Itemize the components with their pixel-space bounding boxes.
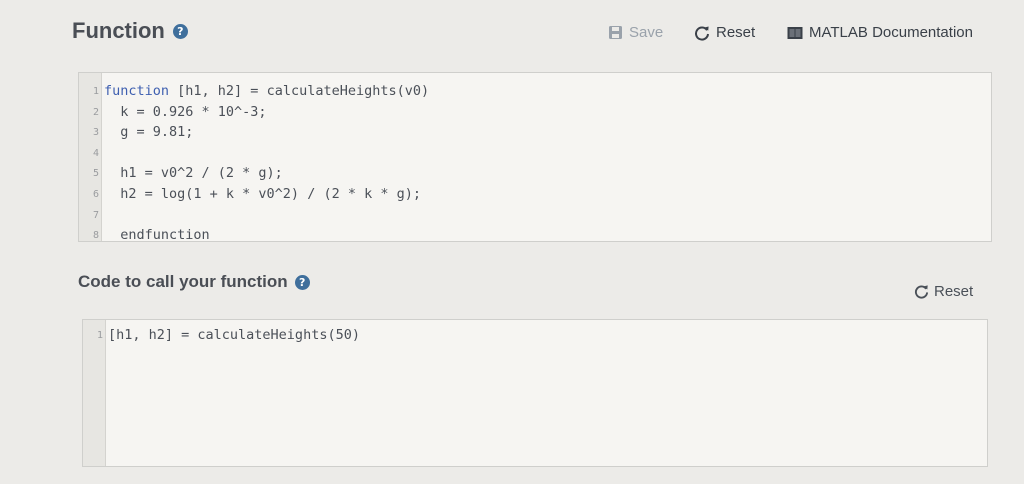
call-function-title-text: Code to call your function bbox=[78, 272, 288, 291]
code-text: k = 0.926 * 10^-3; bbox=[104, 102, 267, 123]
code-text: [h1, h2] = calculateHeights(50) bbox=[108, 325, 360, 346]
function-title-text: Function bbox=[72, 18, 165, 43]
reset-label: Reset bbox=[716, 24, 756, 41]
save-label: Save bbox=[629, 24, 664, 41]
code-text: h2 = log(1 + k * v0^2) / (2 * k * g); bbox=[104, 184, 421, 205]
keyword: function bbox=[104, 83, 170, 99]
code-text: g = 9.81; bbox=[104, 122, 193, 143]
line-number: 1 bbox=[96, 330, 103, 341]
code-line[interactable]: 2 k = 0.926 * 10^-3; bbox=[79, 102, 991, 123]
line-number: 1 bbox=[92, 86, 99, 97]
line-number: 8 bbox=[92, 230, 99, 242]
floppy-disk-icon bbox=[608, 25, 623, 40]
code-rest: h1 = v0^2 / (2 * g); bbox=[104, 165, 283, 182]
call-reset-label: Reset bbox=[934, 283, 974, 300]
code-text: function [h1, h2] = calculateHeights(v0) bbox=[104, 81, 429, 102]
call-code-editor[interactable]: 1 [h1, h2] = calculateHeights(50) bbox=[82, 319, 988, 467]
line-number: 7 bbox=[92, 209, 99, 221]
code-rest: endfunction bbox=[104, 227, 210, 244]
refresh-icon bbox=[914, 284, 929, 299]
function-title: Function ? bbox=[72, 18, 188, 44]
code-line[interactable]: 6 h2 = log(1 + k * v0^2) / (2 * k * g); bbox=[79, 184, 991, 205]
code-line[interactable]: 3 g = 9.81; bbox=[79, 122, 991, 143]
code-line[interactable]: 1 [h1, h2] = calculateHeights(50) bbox=[83, 325, 987, 346]
code-text: endfunction bbox=[104, 225, 210, 246]
code-rest: h2 = log(1 + k * v0^2) / (2 * k * g); bbox=[104, 186, 421, 202]
line-number: 2 bbox=[92, 106, 99, 118]
code-line[interactable]: 5 h1 = v0^2 / (2 * g); bbox=[79, 163, 991, 184]
line-number: 4 bbox=[92, 147, 99, 159]
reset-button[interactable]: Reset bbox=[694, 24, 755, 41]
help-icon[interactable]: ? bbox=[294, 274, 310, 290]
line-number: 6 bbox=[92, 189, 99, 200]
line-number: 5 bbox=[92, 168, 99, 180]
code-rest: [h1, h2] = calculateHeights(v0) bbox=[169, 83, 430, 99]
doc-label: MATLAB Documentation bbox=[809, 24, 973, 41]
code-line[interactable]: 7 bbox=[79, 205, 991, 226]
code-rest: g = 9.81; bbox=[104, 124, 194, 141]
code-line[interactable]: 1 function [h1, h2] = calculateHeights(v0… bbox=[79, 81, 991, 102]
code-line[interactable]: 8 endfunction bbox=[79, 225, 991, 246]
book-icon bbox=[787, 26, 803, 40]
refresh-icon bbox=[694, 25, 710, 41]
function-code-editor[interactable]: 1 function [h1, h2] = calculateHeights(v0… bbox=[78, 72, 992, 243]
help-icon[interactable]: ? bbox=[172, 23, 188, 39]
code-line[interactable]: 4 bbox=[79, 143, 991, 164]
code-text: h1 = v0^2 / (2 * g); bbox=[104, 163, 283, 184]
matlab-documentation-link[interactable]: MATLAB Documentation bbox=[787, 24, 973, 41]
line-number: 3 bbox=[92, 127, 99, 139]
call-reset-button[interactable]: Reset bbox=[914, 283, 973, 300]
save-button[interactable]: Save bbox=[608, 24, 663, 41]
code-rest: k = 0.926 * 10^-3; bbox=[104, 103, 267, 120]
call-function-title: Code to call your function ? bbox=[78, 272, 310, 292]
code-rest: [h1, h2] = calculateHeights(50) bbox=[108, 327, 360, 343]
